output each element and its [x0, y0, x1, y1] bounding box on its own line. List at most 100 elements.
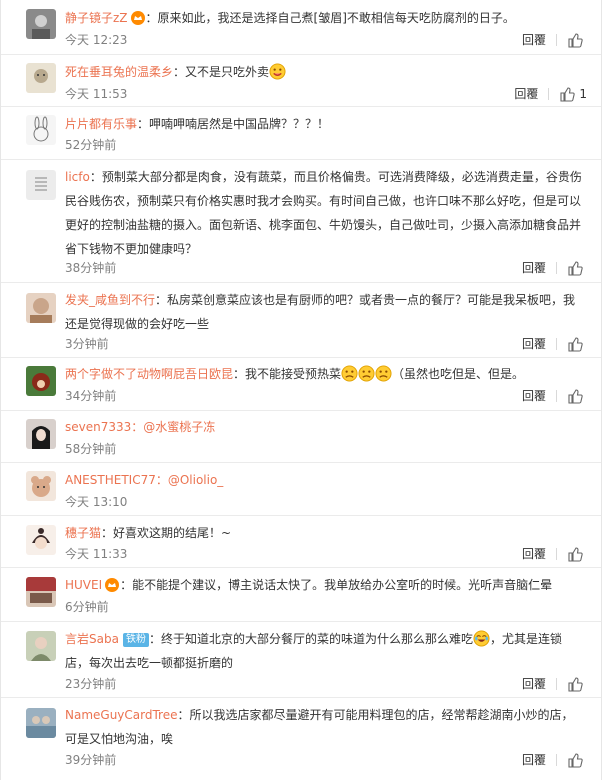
- avatar[interactable]: [26, 419, 56, 449]
- comment-item: 两个字做不了动物啊屁吾日欧昆：我不能接受预热菜 （虽然也吃但是、但是。 34分钟前…: [1, 358, 601, 411]
- reply-button[interactable]: 回覆: [522, 545, 546, 563]
- comment-text: ：呷喃呷喃居然是中国品牌？？？！: [137, 117, 330, 131]
- like-button[interactable]: [567, 260, 587, 276]
- thumb-up-icon: [568, 337, 583, 352]
- comment-time: 23分钟前: [65, 677, 117, 691]
- like-count: 1: [579, 87, 587, 101]
- avatar[interactable]: [26, 293, 56, 323]
- user-name[interactable]: licfo: [65, 170, 90, 184]
- comment-time: 38分钟前: [65, 261, 117, 275]
- comment-time: 39分钟前: [65, 753, 117, 767]
- reply-button[interactable]: 回覆: [522, 31, 546, 49]
- avatar[interactable]: [26, 471, 56, 501]
- comment-time: 3分钟前: [65, 337, 109, 351]
- comment-body: seven7333：@水蜜桃子冻: [65, 415, 585, 439]
- comment-actions: 回覆: [522, 31, 587, 49]
- comment-actions: 回覆 1: [514, 85, 587, 103]
- comment-time: 今天 11:53: [65, 87, 128, 101]
- user-name[interactable]: 片片都有乐事: [65, 117, 137, 131]
- divider: [556, 34, 557, 46]
- comment-time: 今天 13:10: [65, 495, 128, 509]
- laugh-cry-emoji-icon: [473, 630, 490, 647]
- comment-item: 静子镜子zZ ：原来如此，我还是选择自己煮[皱眉]不敢相信每天吃防腐剂的日子。 今…: [1, 0, 601, 55]
- avatar[interactable]: [26, 708, 56, 738]
- sad-emoji-icon: [341, 365, 358, 382]
- comment-body: NameGuyCardTree：所以我选店家都尽量避开有可能用料理包的店，经常帮…: [65, 703, 585, 751]
- user-name[interactable]: seven7333: [65, 420, 131, 434]
- comment-body: 两个字做不了动物啊屁吾日欧昆：我不能接受预热菜 （虽然也吃但是、但是。: [65, 362, 585, 386]
- like-button[interactable]: [567, 32, 587, 48]
- user-name[interactable]: HUVEI: [65, 578, 102, 592]
- reply-button[interactable]: 回覆: [522, 675, 546, 693]
- like-button[interactable]: [567, 336, 587, 352]
- vip-crown-icon: [130, 9, 146, 33]
- mention-link[interactable]: ：@水蜜桃子冻: [131, 420, 215, 434]
- mention-link[interactable]: ：@Oliolio_: [156, 473, 223, 487]
- comment-actions: 回覆: [522, 751, 587, 769]
- comment-actions: 回覆: [522, 259, 587, 277]
- comment-text: ：原来如此，我还是选择自己煮[皱眉]不敢相信每天吃防腐剂的日子。: [145, 11, 515, 25]
- thumb-up-icon: [568, 753, 583, 768]
- like-button[interactable]: [567, 676, 587, 692]
- avatar[interactable]: [26, 9, 56, 39]
- avatar[interactable]: [26, 631, 56, 661]
- reply-button[interactable]: 回覆: [522, 335, 546, 353]
- user-name[interactable]: NameGuyCardTree: [65, 708, 177, 722]
- user-name[interactable]: 两个字做不了动物啊屁吾日欧昆: [65, 367, 233, 381]
- comment-list: 静子镜子zZ ：原来如此，我还是选择自己煮[皱眉]不敢相信每天吃防腐剂的日子。 今…: [0, 0, 602, 780]
- reply-button[interactable]: 回覆: [522, 751, 546, 769]
- reply-button[interactable]: 回覆: [522, 387, 546, 405]
- thumb-up-icon: [568, 261, 583, 276]
- comment-item: ANESTHETIC77：@Oliolio_ 今天 13:10: [1, 463, 601, 516]
- comment-item: 片片都有乐事：呷喃呷喃居然是中国品牌？？？！ 52分钟前: [1, 107, 601, 160]
- comment-item: 言岩Saba 铁粉 ：终于知道北京的大部分餐厅的菜的味道为什么那么那么难吃 ，尤其是连…: [1, 622, 601, 698]
- comment-time: 今天 11:33: [65, 547, 128, 561]
- comment-body: licfo：预制菜大部分都是肉食，没有蔬菜，而且价格偏贵。可选消费降级，必选消费…: [65, 165, 587, 261]
- comment-actions: 回覆: [522, 545, 587, 563]
- avatar[interactable]: [26, 366, 56, 396]
- like-button[interactable]: 1: [559, 85, 587, 103]
- avatar[interactable]: [26, 525, 56, 555]
- comment-body: HUVEI ：能不能提个建议，博主说话太快了。我单放给办公室听的时候。光听声音脑仁…: [65, 573, 585, 600]
- comment-body: 穗子猫：好喜欢这期的结尾！~: [65, 521, 585, 545]
- divider: [556, 390, 557, 402]
- comment-item: licfo：预制菜大部分都是肉食，没有蔬菜，而且价格偏贵。可选消费降级，必选消费…: [1, 160, 601, 283]
- user-name[interactable]: ANESTHETIC77: [65, 473, 156, 487]
- sad-emoji-icon: [375, 365, 392, 382]
- comment-time: 今天 12:23: [65, 33, 128, 47]
- vip-crown-icon: [104, 576, 120, 600]
- like-button[interactable]: [567, 752, 587, 768]
- comment-actions: 回覆: [522, 675, 587, 693]
- comment-body: 死在垂耳兔的温柔乡：又不是只吃外卖: [65, 60, 585, 84]
- comment-body: 片片都有乐事：呷喃呷喃居然是中国品牌？？？！: [65, 112, 585, 136]
- divider: [556, 678, 557, 690]
- comment-item: seven7333：@水蜜桃子冻 58分钟前: [1, 411, 601, 463]
- thumb-up-icon: [568, 677, 583, 692]
- comment-item: 死在垂耳兔的温柔乡：又不是只吃外卖 今天 11:53 回覆 1: [1, 55, 601, 107]
- comment-text: ：能不能提个建议，博主说话太快了。我单放给办公室听的时候。光听声音脑仁晕: [120, 578, 553, 592]
- thumb-up-icon: [568, 33, 583, 48]
- comment-body: 言岩Saba 铁粉 ：终于知道北京的大部分餐厅的菜的味道为什么那么那么难吃 ，尤其是连…: [65, 627, 585, 675]
- user-name[interactable]: 死在垂耳兔的温柔乡: [65, 65, 173, 79]
- comment-body: 发夹_咸鱼到不行：私房菜创意菜应该也是有厨师的吧？或者贵一点的餐厅？可能是我呆板…: [65, 288, 585, 336]
- comment-actions: 回覆: [522, 335, 587, 353]
- user-name[interactable]: 发夹_咸鱼到不行: [65, 293, 155, 307]
- avatar[interactable]: [26, 577, 56, 607]
- user-name[interactable]: 言岩Saba: [65, 632, 119, 646]
- reply-button[interactable]: 回覆: [522, 259, 546, 277]
- comment-body: ANESTHETIC77：@Oliolio_: [65, 468, 585, 492]
- divider: [556, 262, 557, 274]
- thumb-up-icon: [568, 547, 583, 562]
- divider: [556, 338, 557, 350]
- reply-button[interactable]: 回覆: [514, 85, 538, 103]
- comment-text: ：终于知道北京的大部分餐厅的菜的味道为什么那么那么难吃: [148, 632, 473, 646]
- user-name[interactable]: 静子镜子zZ: [65, 11, 128, 25]
- user-name[interactable]: 穗子猫: [65, 526, 101, 540]
- like-button[interactable]: [567, 388, 587, 404]
- avatar[interactable]: [26, 170, 56, 200]
- comment-item: 穗子猫：好喜欢这期的结尾！~ 今天 11:33 回覆: [1, 516, 601, 568]
- avatar[interactable]: [26, 63, 56, 93]
- thumb-up-icon: [568, 389, 583, 404]
- like-button[interactable]: [567, 546, 587, 562]
- avatar[interactable]: [26, 115, 56, 145]
